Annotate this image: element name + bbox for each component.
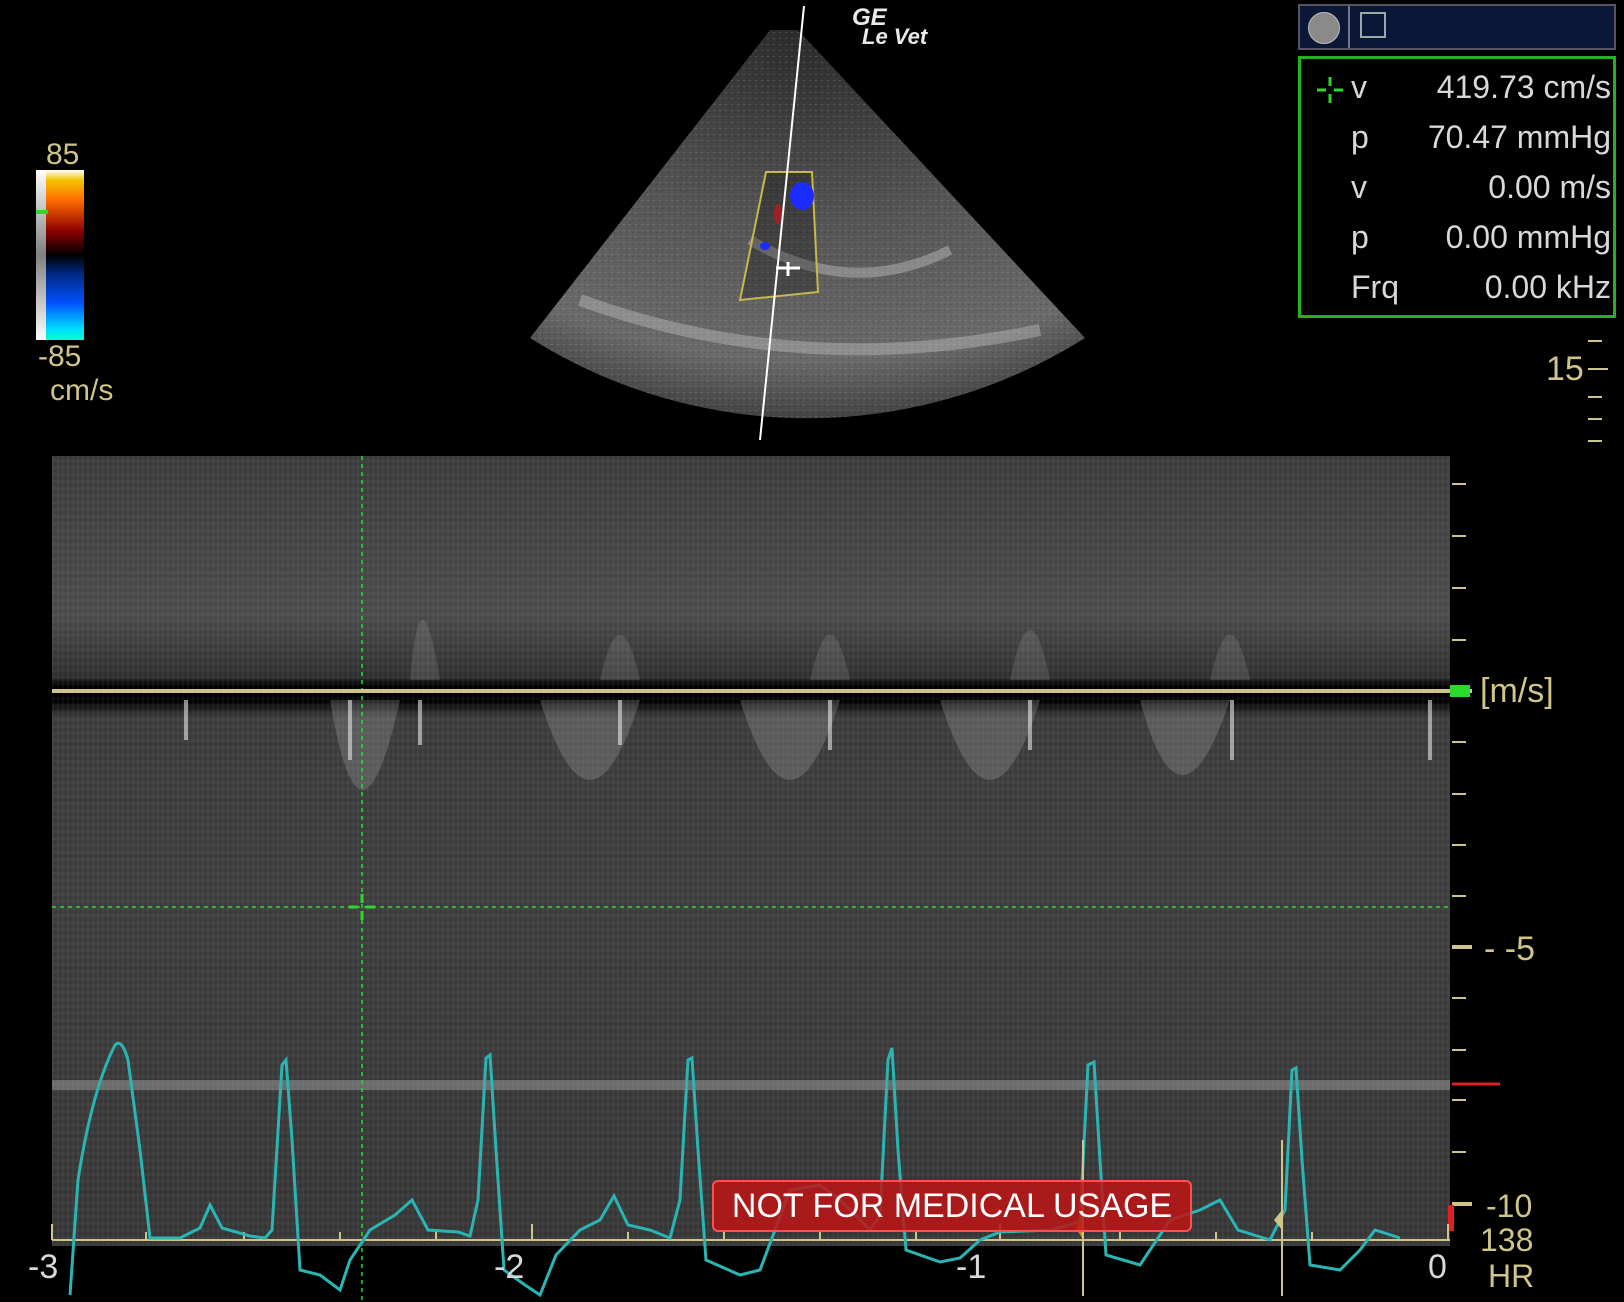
velocity-axis-label-neg5: - -5 bbox=[1484, 930, 1535, 968]
doppler-baseline[interactable] bbox=[52, 689, 1472, 693]
velocity-axis-label-neg10: -10 bbox=[1486, 1188, 1533, 1224]
time-label: -1 bbox=[956, 1248, 987, 1286]
heart-rate-label: HR bbox=[1488, 1258, 1535, 1294]
velocity-unit-label: [m/s] bbox=[1480, 672, 1554, 710]
time-label: -3 bbox=[28, 1248, 59, 1286]
time-label: -2 bbox=[494, 1248, 525, 1286]
time-label: 0 bbox=[1428, 1248, 1447, 1286]
doppler-overlay bbox=[51, 456, 1500, 1300]
heart-rate-value: 138 bbox=[1480, 1222, 1534, 1258]
baseline-marker[interactable] bbox=[1450, 685, 1470, 697]
warning-banner: NOT FOR MEDICAL USAGE bbox=[712, 1180, 1192, 1232]
